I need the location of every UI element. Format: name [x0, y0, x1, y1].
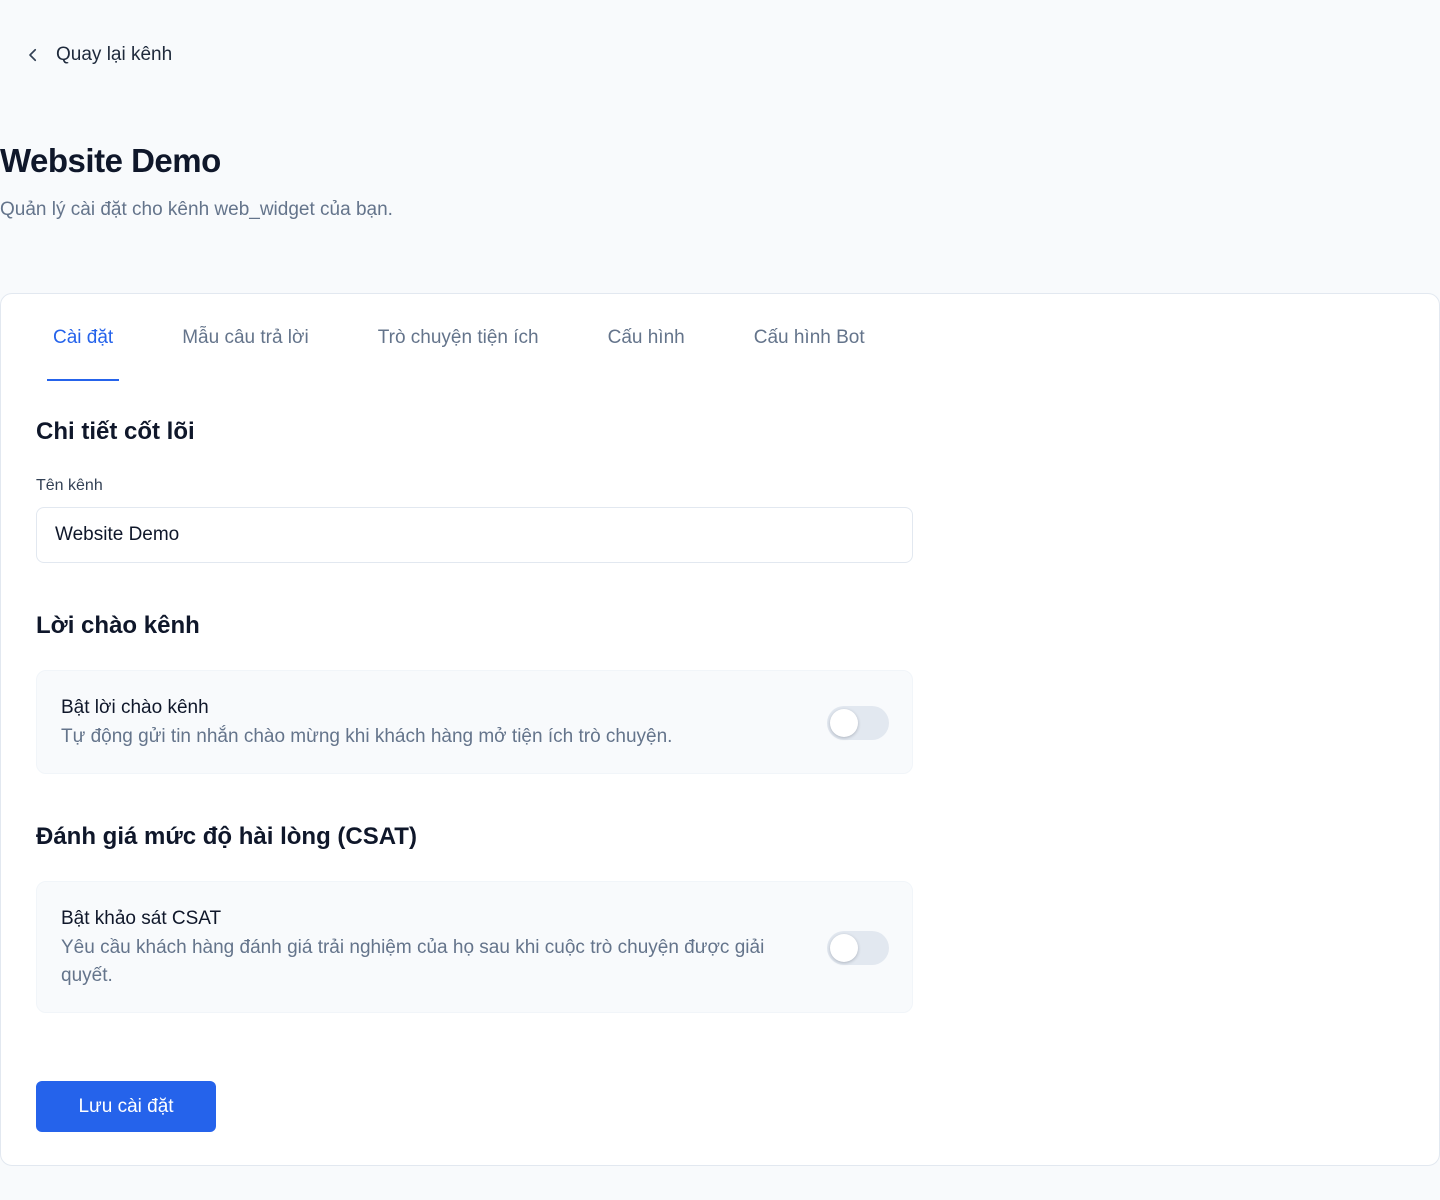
greeting-toggle-switch[interactable]	[827, 706, 889, 740]
back-to-channels-link[interactable]: Quay lại kênh	[24, 44, 172, 66]
tab-reply-templates[interactable]: Mẫu câu trả lời	[176, 294, 315, 381]
switch-knob	[830, 934, 858, 962]
chevron-left-icon	[29, 48, 37, 62]
page-title: Website Demo	[0, 142, 221, 179]
switch-knob	[830, 709, 858, 737]
tab-label: Cấu hình	[607, 326, 685, 348]
tab-label: Trò chuyện tiện ích	[377, 326, 539, 348]
page-subtitle: Quản lý cài đặt cho kênh web_widget của …	[0, 199, 393, 220]
back-link-label: Quay lại kênh	[56, 44, 173, 65]
tab-label: Cài đặt	[53, 326, 114, 348]
channel-name-label: Tên kênh	[36, 477, 103, 494]
greeting-toggle-title: Bật lời chào kênh	[61, 697, 209, 718]
core-details-title: Chi tiết cốt lõi	[36, 418, 195, 445]
greeting-toggle-description: Tự động gửi tin nhắn chào mừng khi khách…	[61, 726, 673, 747]
csat-toggle-row: Bật khảo sát CSAT Yêu cầu khách hàng đán…	[36, 881, 913, 1013]
settings-tabs: Cài đặt Mẫu câu trả lời Trò chuyện tiện …	[47, 294, 928, 381]
csat-toggle-title: Bật khảo sát CSAT	[61, 908, 222, 929]
csat-toggle-description: Yêu cầu khách hàng đánh giá trải nghiệm …	[61, 937, 765, 986]
settings-card: Cài đặt Mẫu câu trả lời Trò chuyện tiện …	[0, 293, 1440, 1166]
tab-label: Cấu hình Bot	[753, 326, 865, 348]
tab-settings[interactable]: Cài đặt	[47, 294, 120, 381]
tab-configuration[interactable]: Cấu hình	[602, 294, 691, 381]
greeting-toggle-row: Bật lời chào kênh Tự động gửi tin nhắn c…	[36, 670, 913, 774]
csat-title: Đánh giá mức độ hài lòng (CSAT)	[36, 823, 417, 850]
save-settings-button[interactable]: Lưu cài đặt	[36, 1081, 216, 1132]
channel-greeting-title: Lời chào kênh	[36, 612, 200, 639]
channel-name-input[interactable]	[36, 507, 913, 563]
tab-bot-configuration[interactable]: Cấu hình Bot	[748, 294, 871, 381]
tab-chat-widget[interactable]: Trò chuyện tiện ích	[372, 294, 545, 381]
csat-toggle-switch[interactable]	[827, 931, 889, 965]
tab-label: Mẫu câu trả lời	[182, 326, 309, 348]
